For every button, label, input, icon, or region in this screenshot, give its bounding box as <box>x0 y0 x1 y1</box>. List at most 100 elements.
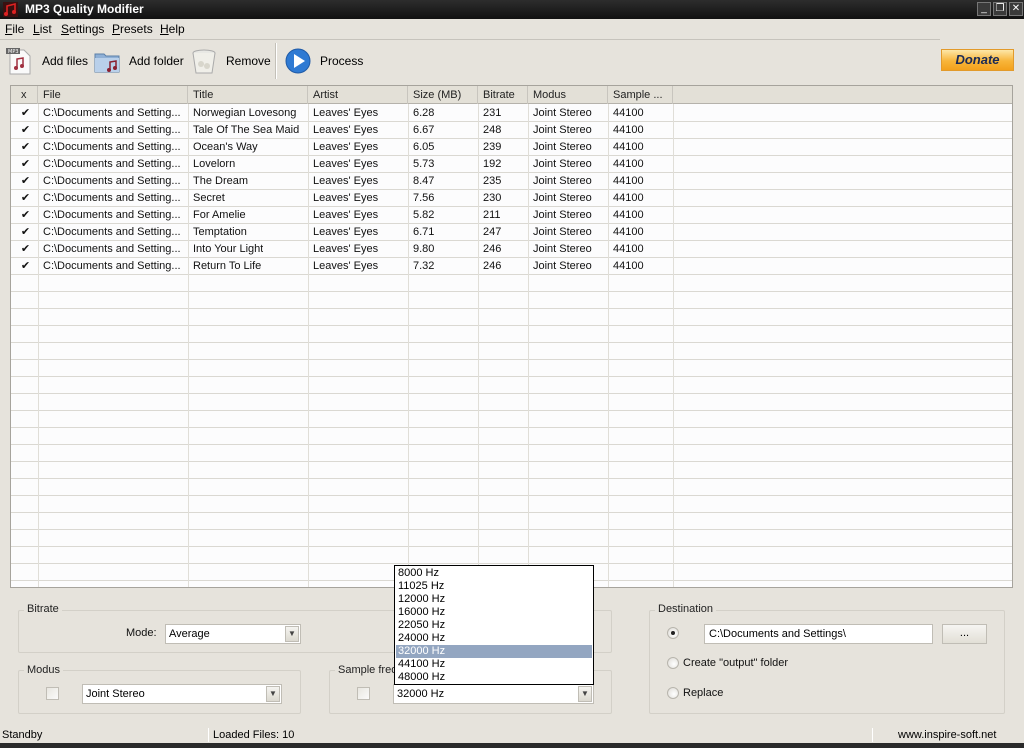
browse-button[interactable]: ... <box>942 624 987 644</box>
column-header-artist[interactable]: Artist <box>308 86 408 104</box>
row-checkbox[interactable]: ✔ <box>20 125 31 136</box>
table-row[interactable]: ✔ C:\Documents and Setting... For Amelie Le… <box>11 207 1012 224</box>
row-checkbox[interactable]: ✔ <box>20 176 31 187</box>
column-header-bitrate[interactable]: Bitrate <box>478 86 528 104</box>
mode-label: Mode: <box>126 627 157 639</box>
bitrate-cell: 211 <box>483 209 501 221</box>
dropdown-option[interactable]: 48000 Hz <box>396 671 592 684</box>
menu-file[interactable]: File <box>5 22 24 36</box>
table-row <box>11 394 1012 411</box>
dropdown-option[interactable]: 11025 Hz <box>396 580 592 593</box>
sample-cell: 44100 <box>613 243 644 255</box>
dropdown-option[interactable]: 44100 Hz <box>396 658 592 671</box>
table-row[interactable]: ✔ C:\Documents and Setting... Lovelorn Leav… <box>11 156 1012 173</box>
remove-button[interactable]: Remove <box>190 43 271 79</box>
sample-cell: 44100 <box>613 226 644 238</box>
menu-help[interactable]: Help <box>160 22 185 36</box>
size-cell: 9.80 <box>413 243 435 255</box>
create-output-folder-radio[interactable] <box>667 657 679 669</box>
table-row <box>11 292 1012 309</box>
table-row[interactable]: ✔ C:\Documents and Setting... Return To Li… <box>11 258 1012 275</box>
website-link[interactable]: www.inspire-soft.net <box>898 729 996 741</box>
size-cell: 8.47 <box>413 175 435 187</box>
row-checkbox[interactable]: ✔ <box>20 227 31 238</box>
minimize-button[interactable]: _ <box>977 2 991 16</box>
column-header-file[interactable]: File <box>38 86 188 104</box>
table-row <box>11 275 1012 292</box>
table-row <box>11 462 1012 479</box>
table-row[interactable]: ✔ C:\Documents and Setting... Tale Of The … <box>11 122 1012 139</box>
sample-frequency-select[interactable]: 32000 Hz ▼ <box>393 684 594 704</box>
chevron-down-icon[interactable]: ▼ <box>285 626 299 642</box>
sample-frequency-checkbox[interactable] <box>357 687 370 700</box>
dropdown-option[interactable]: 8000 Hz <box>396 567 592 580</box>
modus-group-label: Modus <box>24 664 64 676</box>
table-row <box>11 343 1012 360</box>
row-checkbox[interactable]: ✔ <box>20 244 31 255</box>
chevron-down-icon[interactable]: ▼ <box>266 686 280 702</box>
table-row[interactable]: ✔ C:\Documents and Setting... The Dream Lea… <box>11 173 1012 190</box>
close-button[interactable]: ✕ <box>1009 2 1023 16</box>
sample-frequency-dropdown-list[interactable]: 8000 Hz 11025 Hz 12000 Hz 16000 Hz 22050 Hz 2… <box>394 565 594 685</box>
bitrate-cell: 246 <box>483 243 502 255</box>
destination-path-radio[interactable] <box>667 627 679 639</box>
table-row <box>11 530 1012 547</box>
destination-path-input[interactable]: C:\Documents and Settings\ <box>704 624 933 644</box>
column-divider <box>38 104 39 587</box>
row-checkbox[interactable]: ✔ <box>20 159 31 170</box>
dropdown-option[interactable]: 32000 Hz <box>396 645 592 658</box>
row-checkbox[interactable]: ✔ <box>20 142 31 153</box>
table-row[interactable]: ✔ C:\Documents and Setting... Ocean's Way L… <box>11 139 1012 156</box>
table-header: x File Title Artist Size (MB) Bitrate Mo… <box>11 86 1012 104</box>
modus-select[interactable]: Joint Stereo ▼ <box>82 684 282 704</box>
artist-cell: Leaves' Eyes <box>313 124 379 136</box>
title-cell: Into Your Light <box>193 243 264 255</box>
column-header-title[interactable]: Title <box>188 86 308 104</box>
modus-checkbox[interactable] <box>46 687 59 700</box>
artist-cell: Leaves' Eyes <box>313 141 379 153</box>
file-cell: C:\Documents and Setting... <box>43 192 181 204</box>
add-files-label: Add files <box>42 54 89 68</box>
donate-button[interactable]: Donate <box>941 49 1014 71</box>
status-bar: Standby Loaded Files: 10 www.inspire-sof… <box>0 727 1024 743</box>
dropdown-option[interactable]: 24000 Hz <box>396 632 592 645</box>
chevron-down-icon[interactable]: ▼ <box>578 686 592 702</box>
process-button[interactable]: Process <box>284 43 363 79</box>
column-header-size[interactable]: Size (MB) <box>408 86 478 104</box>
row-checkbox[interactable]: ✔ <box>20 193 31 204</box>
play-icon <box>285 48 311 74</box>
bitrate-cell: 230 <box>483 192 502 204</box>
table-row[interactable]: ✔ C:\Documents and Setting... Norwegian Lo… <box>11 105 1012 122</box>
create-output-folder-label[interactable]: Create "output" folder <box>683 657 788 669</box>
replace-label[interactable]: Replace <box>683 687 723 699</box>
file-cell: C:\Documents and Setting... <box>43 107 181 119</box>
menu-settings[interactable]: Settings <box>61 22 104 36</box>
row-checkbox[interactable]: ✔ <box>20 108 31 119</box>
menu-presets[interactable]: Presets <box>112 22 153 36</box>
sample-cell: 44100 <box>613 141 644 153</box>
bitrate-mode-select[interactable]: Average ▼ <box>165 624 301 644</box>
sample-cell: 44100 <box>613 124 644 136</box>
restore-button[interactable]: ❐ <box>993 2 1007 16</box>
column-header-check[interactable]: x <box>11 86 38 104</box>
row-checkbox[interactable]: ✔ <box>20 261 31 272</box>
add-files-button[interactable]: MP3 Add files <box>6 43 88 79</box>
svg-text:MP3: MP3 <box>8 49 19 55</box>
dropdown-option[interactable]: 12000 Hz <box>396 593 592 606</box>
dropdown-option[interactable]: 16000 Hz <box>396 606 592 619</box>
table-row[interactable]: ✔ C:\Documents and Setting... Into Your Li… <box>11 241 1012 258</box>
bitrate-group-label: Bitrate <box>24 603 62 615</box>
title-cell: Temptation <box>193 226 247 238</box>
row-checkbox[interactable]: ✔ <box>20 210 31 221</box>
column-header-modus[interactable]: Modus <box>528 86 608 104</box>
menu-list[interactable]: List <box>33 22 52 36</box>
file-cell: C:\Documents and Setting... <box>43 209 181 221</box>
replace-radio[interactable] <box>667 687 679 699</box>
file-list-table[interactable]: x File Title Artist Size (MB) Bitrate Mo… <box>10 85 1013 588</box>
add-folder-button[interactable]: Add folder <box>93 43 184 79</box>
sample-cell: 44100 <box>613 260 644 272</box>
table-row[interactable]: ✔ C:\Documents and Setting... Temptation Le… <box>11 224 1012 241</box>
column-header-sample[interactable]: Sample ... <box>608 86 673 104</box>
dropdown-option[interactable]: 22050 Hz <box>396 619 592 632</box>
table-row[interactable]: ✔ C:\Documents and Setting... Secret Leaves… <box>11 190 1012 207</box>
